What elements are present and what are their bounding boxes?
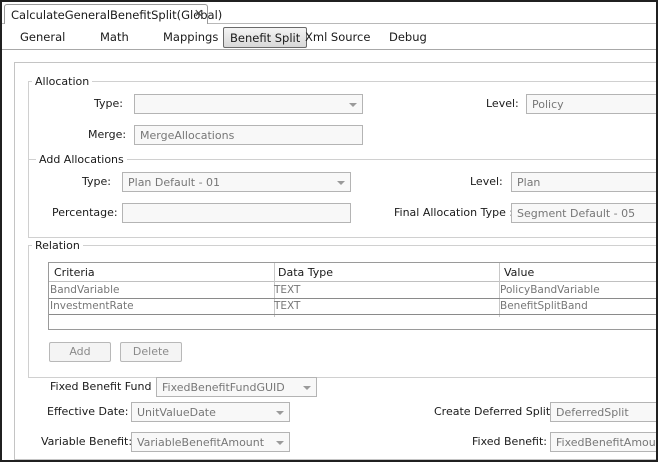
effective-date-label: Effective Date: bbox=[47, 405, 129, 418]
cell-value: BenefitSplitBand bbox=[500, 300, 588, 312]
table-row[interactable]: InvestmentRate TEXT BenefitSplitBand bbox=[49, 299, 656, 315]
cell-value: PolicyBandVariable bbox=[500, 284, 600, 296]
add-allocation-type-select[interactable]: Plan Default - 01 bbox=[122, 172, 351, 192]
add-allocations-group: Add Allocations Type: Plan Default - 01 … bbox=[28, 153, 656, 238]
fixed-benefit-label: Fixed Benefit: bbox=[472, 435, 548, 448]
allocation-type-label: Type: bbox=[94, 97, 123, 110]
allocation-level-label: Level: bbox=[486, 97, 519, 110]
delete-button[interactable]: Delete bbox=[120, 342, 182, 362]
add-allocation-type-label: Type: bbox=[82, 175, 111, 188]
allocation-type-select[interactable] bbox=[134, 94, 363, 114]
create-deferred-split-label: Create Deferred Split: bbox=[434, 405, 554, 418]
tab-mappings[interactable]: Mappings bbox=[163, 30, 218, 44]
effective-date-select[interactable]: UnitValueDate bbox=[131, 402, 290, 422]
create-deferred-split-field[interactable]: DeferredSplit bbox=[550, 402, 656, 422]
variable-benefit-label: Variable Benefit: bbox=[41, 435, 133, 448]
merge-field[interactable]: MergeAllocations bbox=[134, 125, 363, 145]
allocation-group-title: Allocation bbox=[32, 75, 93, 88]
editor-tab-strip: CalculateGeneralBenefitSplit(Global) ✕ bbox=[2, 2, 656, 24]
add-button[interactable]: Add bbox=[49, 342, 111, 362]
tab-xml-source[interactable]: Xml Source bbox=[305, 30, 370, 44]
close-icon[interactable]: ✕ bbox=[194, 7, 203, 20]
column-header-data-type[interactable]: Data Type bbox=[278, 266, 333, 279]
allocation-group: Allocation Type: Level: Policy Merge: Me… bbox=[28, 75, 656, 238]
relation-group: Relation Criteria Data Type Value BandVa… bbox=[28, 239, 656, 378]
column-header-criteria[interactable]: Criteria bbox=[54, 266, 95, 279]
variable-benefit-select[interactable]: VariableBenefitAmount bbox=[131, 432, 290, 452]
table-row[interactable]: BandVariable TEXT PolicyBandVariable bbox=[49, 283, 656, 299]
column-header-value[interactable]: Value bbox=[504, 266, 534, 279]
tab-benefit-split[interactable]: Benefit Split bbox=[223, 27, 308, 48]
final-allocation-type-label: Final Allocation Type : bbox=[394, 206, 514, 219]
editor-window: CalculateGeneralBenefitSplit(Global) ✕ G… bbox=[0, 0, 658, 462]
cell-data-type: TEXT bbox=[274, 284, 301, 296]
percentage-field[interactable] bbox=[122, 203, 351, 223]
subtab-bar: General Math Mappings Benefit Split Xml … bbox=[2, 24, 656, 50]
add-allocations-title: Add Allocations bbox=[36, 153, 127, 166]
editor-tab[interactable]: CalculateGeneralBenefitSplit(Global) ✕ bbox=[4, 4, 222, 24]
merge-label: Merge: bbox=[88, 128, 127, 141]
cell-data-type: TEXT bbox=[274, 300, 301, 312]
table-header: Criteria Data Type Value bbox=[49, 263, 656, 282]
tab-debug[interactable]: Debug bbox=[389, 30, 427, 44]
benefit-split-content: Allocation Type: Level: Policy Merge: Me… bbox=[2, 50, 656, 460]
cell-criteria: InvestmentRate bbox=[50, 300, 134, 312]
percentage-label: Percentage: bbox=[52, 206, 118, 219]
add-allocation-level-label: Level: bbox=[470, 175, 503, 188]
add-allocation-level-field[interactable]: Plan bbox=[511, 172, 656, 192]
fixed-benefit-fund-label: Fixed Benefit Fund : bbox=[50, 380, 159, 393]
relation-group-title: Relation bbox=[32, 239, 83, 252]
fixed-benefit-fund-select[interactable]: FixedBenefitFundGUID bbox=[156, 377, 317, 397]
benefit-split-panel: Allocation Type: Level: Policy Merge: Me… bbox=[14, 62, 656, 460]
final-allocation-type-field[interactable]: Segment Default - 05 bbox=[511, 203, 656, 223]
fixed-benefit-field[interactable]: FixedBenefitAmount bbox=[550, 432, 656, 452]
relation-table: Criteria Data Type Value BandVariable TE… bbox=[48, 262, 656, 330]
editor-tab-title: CalculateGeneralBenefitSplit(Global) bbox=[11, 8, 223, 22]
allocation-level-field[interactable]: Policy bbox=[526, 94, 656, 114]
tab-general[interactable]: General bbox=[20, 30, 65, 44]
tab-math[interactable]: Math bbox=[100, 30, 129, 44]
cell-criteria: BandVariable bbox=[50, 284, 120, 296]
